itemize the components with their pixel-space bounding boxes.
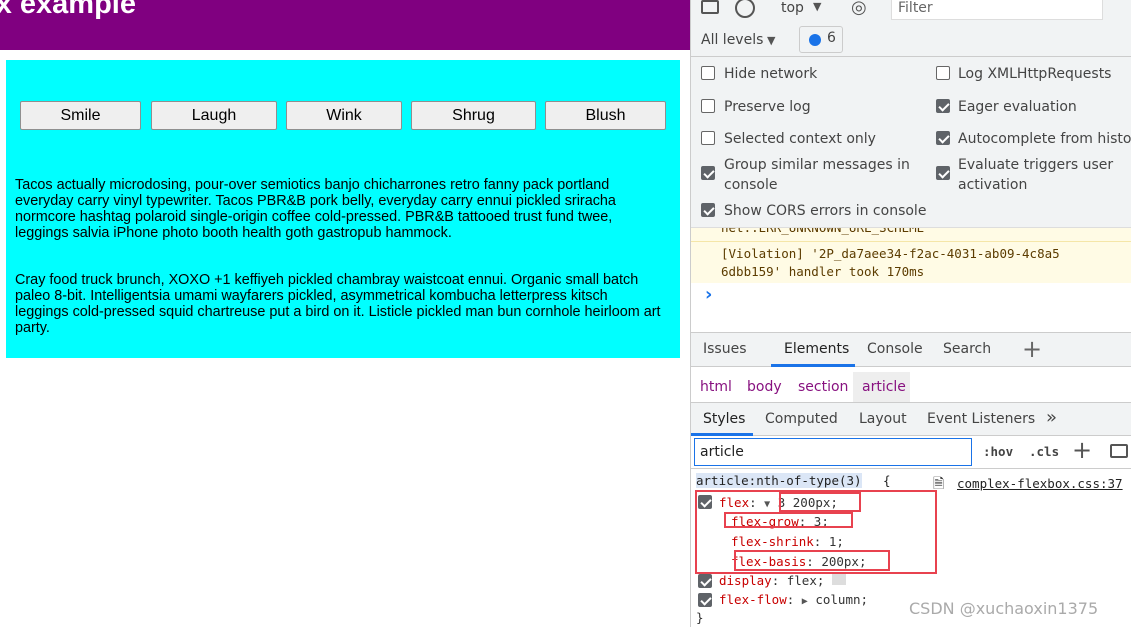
page-title: ox example bbox=[0, 0, 136, 20]
display-checkbox[interactable] bbox=[698, 574, 712, 588]
flex-section: Smile Laugh Wink Shrug Blush Tacos actua… bbox=[6, 60, 680, 358]
more-tabs-icon[interactable]: » bbox=[1046, 407, 1057, 428]
message-icon bbox=[809, 34, 821, 46]
laugh-button[interactable]: Laugh bbox=[151, 101, 277, 130]
shrug-button[interactable]: Shrug bbox=[411, 101, 536, 130]
tab-event-listeners[interactable]: Event Listeners bbox=[927, 411, 1035, 427]
selected-context-checkbox[interactable] bbox=[701, 131, 715, 145]
chevron-down-icon: ▼ bbox=[813, 0, 822, 13]
highlight-box bbox=[779, 492, 861, 512]
tab-console[interactable]: Console bbox=[867, 341, 923, 357]
highlight-box bbox=[734, 550, 890, 571]
flexbox-editor-icon[interactable] bbox=[831, 573, 846, 585]
wink-button[interactable]: Wink bbox=[286, 101, 402, 130]
source-link[interactable]: complex-flexbox.css:37 bbox=[957, 476, 1123, 491]
evaluate-triggers-checkbox[interactable] bbox=[936, 166, 950, 180]
toggle-sidebar-icon[interactable] bbox=[701, 0, 719, 14]
tab-elements[interactable]: Elements bbox=[784, 341, 849, 357]
cors-errors-checkbox[interactable] bbox=[701, 203, 715, 217]
tab-issues[interactable]: Issues bbox=[703, 341, 747, 357]
tab-layout[interactable]: Layout bbox=[859, 411, 907, 427]
tab-computed[interactable]: Computed bbox=[765, 411, 838, 427]
chevron-down-icon: ▼ bbox=[767, 34, 776, 47]
breadcrumb: html body section article bbox=[691, 372, 1131, 402]
console-message: [Violation] '2P_da7aee34-f2ac-4031-ab09-… bbox=[721, 246, 1060, 279]
breadcrumb-html[interactable]: html bbox=[700, 379, 732, 395]
blush-button[interactable]: Blush bbox=[545, 101, 666, 130]
console-message: net::ERR_UNKNOWN_URL_SCHEME bbox=[721, 227, 925, 235]
eye-icon[interactable]: ◎ bbox=[851, 0, 867, 18]
preserve-log-checkbox[interactable] bbox=[701, 99, 715, 113]
new-rule-icon[interactable]: + bbox=[1072, 436, 1092, 464]
styles-filter-input[interactable]: article bbox=[694, 438, 972, 466]
hov-button[interactable]: :hov bbox=[983, 444, 1013, 459]
tab-search[interactable]: Search bbox=[943, 341, 991, 357]
eager-evaluation-checkbox[interactable] bbox=[936, 99, 950, 113]
add-tab-icon[interactable]: + bbox=[1022, 335, 1042, 363]
smile-button[interactable]: Smile bbox=[20, 101, 141, 130]
toggle-sidebar-icon[interactable] bbox=[1110, 444, 1128, 458]
log-xhr-checkbox[interactable] bbox=[936, 66, 950, 80]
console-messages: net::ERR_UNKNOWN_URL_SCHEME [Violation] … bbox=[691, 227, 1131, 283]
autocomplete-checkbox[interactable] bbox=[936, 131, 950, 145]
devtools-panel: top ▼ ◎ Filter All levels ▼ 6 Hide netwo… bbox=[690, 0, 1131, 627]
breadcrumb-section[interactable]: section bbox=[798, 379, 848, 395]
rule-selector[interactable]: article:nth-of-type(3) bbox=[696, 473, 862, 488]
paragraph: Cray food truck brunch, XOXO +1 keffiyeh… bbox=[15, 272, 661, 336]
styles-tabs: Styles Computed Layout Event Listeners » bbox=[691, 402, 1131, 436]
log-levels-select[interactable]: All levels bbox=[701, 32, 763, 48]
messages-badge[interactable]: 6 bbox=[799, 26, 843, 53]
console-prompt[interactable]: › bbox=[705, 284, 712, 305]
breadcrumb-body[interactable]: body bbox=[747, 379, 782, 395]
drawer-tabs: Issues Elements Console Search + bbox=[691, 332, 1131, 367]
watermark: CSDN @xuchaoxin1375 bbox=[909, 599, 1099, 618]
context-select[interactable]: top bbox=[781, 0, 804, 16]
paragraph: Tacos actually microdosing, pour-over se… bbox=[15, 177, 616, 241]
hide-network-checkbox[interactable] bbox=[701, 66, 715, 80]
cls-button[interactable]: .cls bbox=[1029, 444, 1059, 459]
group-similar-checkbox[interactable] bbox=[701, 166, 715, 180]
highlight-box bbox=[724, 512, 853, 528]
filter-input[interactable]: Filter bbox=[891, 0, 1103, 20]
tab-styles[interactable]: Styles bbox=[703, 411, 745, 427]
breadcrumb-article[interactable]: article bbox=[862, 379, 906, 395]
page-header: ox example bbox=[0, 0, 690, 50]
flex-flow-checkbox[interactable] bbox=[698, 593, 712, 607]
